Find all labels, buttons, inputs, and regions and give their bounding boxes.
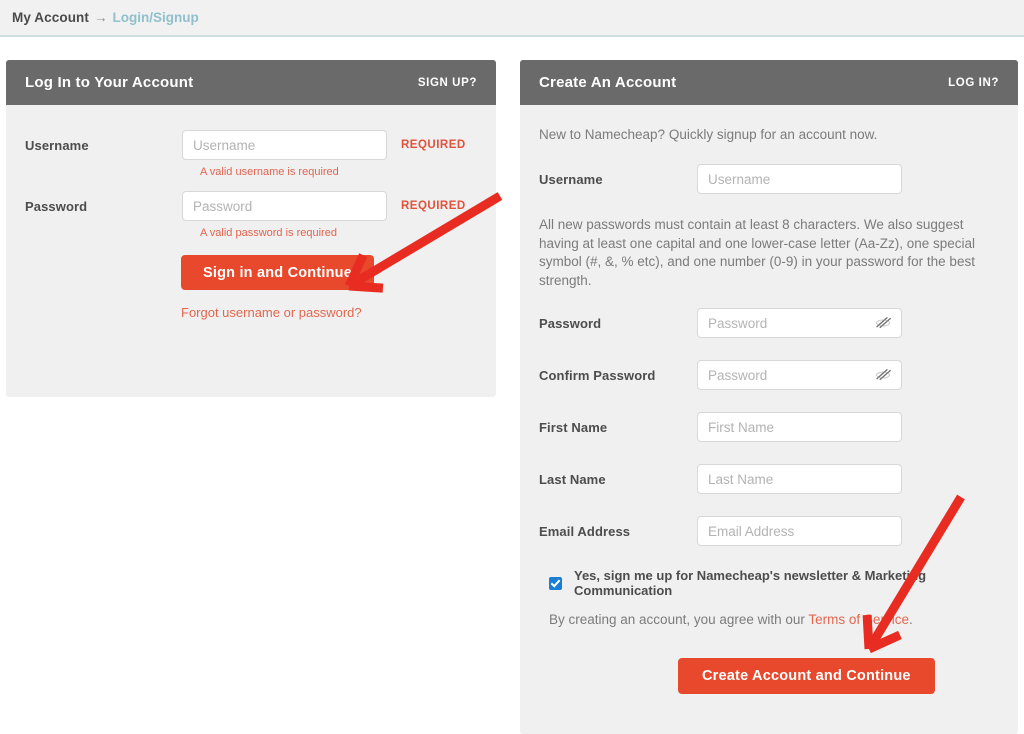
signup-first-name-input[interactable]: First Name (697, 412, 902, 442)
signup-username-input[interactable]: Username (697, 164, 902, 194)
login-panel-header: Log In to Your Account SIGN UP? (6, 60, 496, 105)
eye-slash-icon[interactable] (875, 368, 891, 382)
terms-of-service-link[interactable]: Terms of Service (808, 612, 909, 627)
signup-password-row: Password Password (539, 308, 999, 338)
eye-slash-icon[interactable] (875, 316, 891, 330)
signup-intro-text: New to Namecheap? Quickly signup for an … (539, 127, 878, 142)
newsletter-row: Yes, sign me up for Namecheap's newslett… (549, 568, 999, 598)
breadcrumb-current[interactable]: Login/Signup (113, 10, 199, 25)
signup-email-input[interactable]: Email Address (697, 516, 902, 546)
login-panel-body: Username Username REQUIRED A valid usern… (6, 130, 496, 320)
signup-last-name-placeholder: Last Name (708, 471, 774, 487)
login-password-input[interactable]: Password (182, 191, 387, 221)
signup-username-row: Username Username (539, 164, 999, 194)
signup-email-placeholder: Email Address (708, 523, 795, 539)
signup-panel-header: Create An Account LOG IN? (520, 60, 1018, 105)
sign-in-button[interactable]: Sign in and Continue (181, 255, 374, 290)
signup-last-name-input[interactable]: Last Name (697, 464, 902, 494)
signup-username-placeholder: Username (708, 171, 771, 187)
signup-email-row: Email Address Email Address (539, 516, 999, 546)
signup-last-name-label: Last Name (539, 471, 606, 487)
password-requirements-text: All new passwords must contain at least … (539, 217, 975, 288)
newsletter-checkbox[interactable] (549, 576, 562, 590)
signup-confirm-password-label: Confirm Password (539, 367, 656, 383)
login-username-placeholder: Username (193, 137, 256, 153)
login-password-required-badge: REQUIRED (401, 200, 466, 212)
signup-last-name-row: Last Name Last Name (539, 464, 999, 494)
terms-prefix: By creating an account, you agree with o… (549, 612, 809, 627)
log-in-link[interactable]: LOG IN? (948, 77, 999, 89)
newsletter-label: Yes, sign me up for Namecheap's newslett… (574, 568, 927, 598)
login-password-row: Password Password REQUIRED (25, 191, 477, 221)
login-username-error: A valid username is required (200, 166, 339, 178)
signup-panel: Create An Account LOG IN? New to Nameche… (520, 60, 1018, 734)
signup-password-input[interactable]: Password (697, 308, 902, 338)
signup-panel-title: Create An Account (539, 74, 677, 91)
signup-email-label: Email Address (539, 523, 631, 539)
signup-first-name-label: First Name (539, 419, 608, 435)
create-account-button[interactable]: Create Account and Continue (678, 658, 935, 694)
login-username-row: Username Username REQUIRED (25, 130, 477, 160)
login-username-input[interactable]: Username (182, 130, 387, 160)
breadcrumb-root[interactable]: My Account (12, 10, 89, 25)
login-username-required-badge: REQUIRED (401, 139, 466, 151)
signup-password-placeholder: Password (708, 315, 768, 331)
signup-confirm-password-input[interactable]: Password (697, 360, 902, 390)
login-password-error: A valid password is required (200, 227, 337, 239)
login-username-label: Username (25, 137, 89, 153)
signup-confirm-password-placeholder: Password (708, 367, 768, 383)
signup-password-label: Password (539, 315, 602, 331)
signup-confirm-password-row: Confirm Password Password (539, 360, 999, 390)
signup-first-name-placeholder: First Name (708, 419, 775, 435)
signup-first-name-row: First Name First Name (539, 412, 999, 442)
sign-up-link[interactable]: SIGN UP? (418, 77, 477, 89)
signup-panel-body: New to Namecheap? Quickly signup for an … (520, 105, 1018, 694)
terms-suffix: . (908, 612, 913, 627)
login-password-placeholder: Password (193, 198, 253, 214)
login-password-label: Password (25, 198, 88, 214)
terms-line: By creating an account, you agree with o… (549, 612, 999, 627)
signup-username-label: Username (539, 171, 603, 187)
breadcrumb-arrow-icon: → (94, 10, 108, 25)
login-panel-title: Log In to Your Account (25, 74, 194, 91)
breadcrumb: My Account → Login/Signup (0, 0, 1024, 37)
login-panel: Log In to Your Account SIGN UP? Username… (6, 60, 496, 397)
forgot-credentials-link[interactable]: Forgot username or password? (181, 305, 477, 320)
